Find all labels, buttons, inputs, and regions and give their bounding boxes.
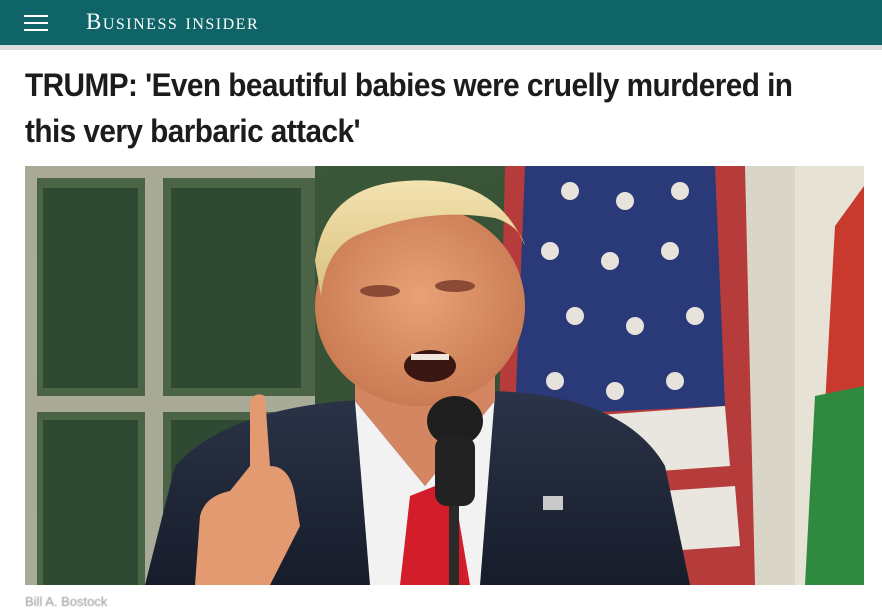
- hero-image[interactable]: [25, 166, 864, 585]
- hamburger-menu-icon[interactable]: [22, 12, 50, 34]
- site-logo[interactable]: Business Insider: [86, 9, 259, 35]
- header-divider: [0, 45, 882, 50]
- site-header: Business Insider: [0, 0, 882, 45]
- article-headline: TRUMP: 'Even beautiful babies were cruel…: [25, 67, 793, 149]
- article-byline[interactable]: Bill A. Bostock: [25, 594, 107, 610]
